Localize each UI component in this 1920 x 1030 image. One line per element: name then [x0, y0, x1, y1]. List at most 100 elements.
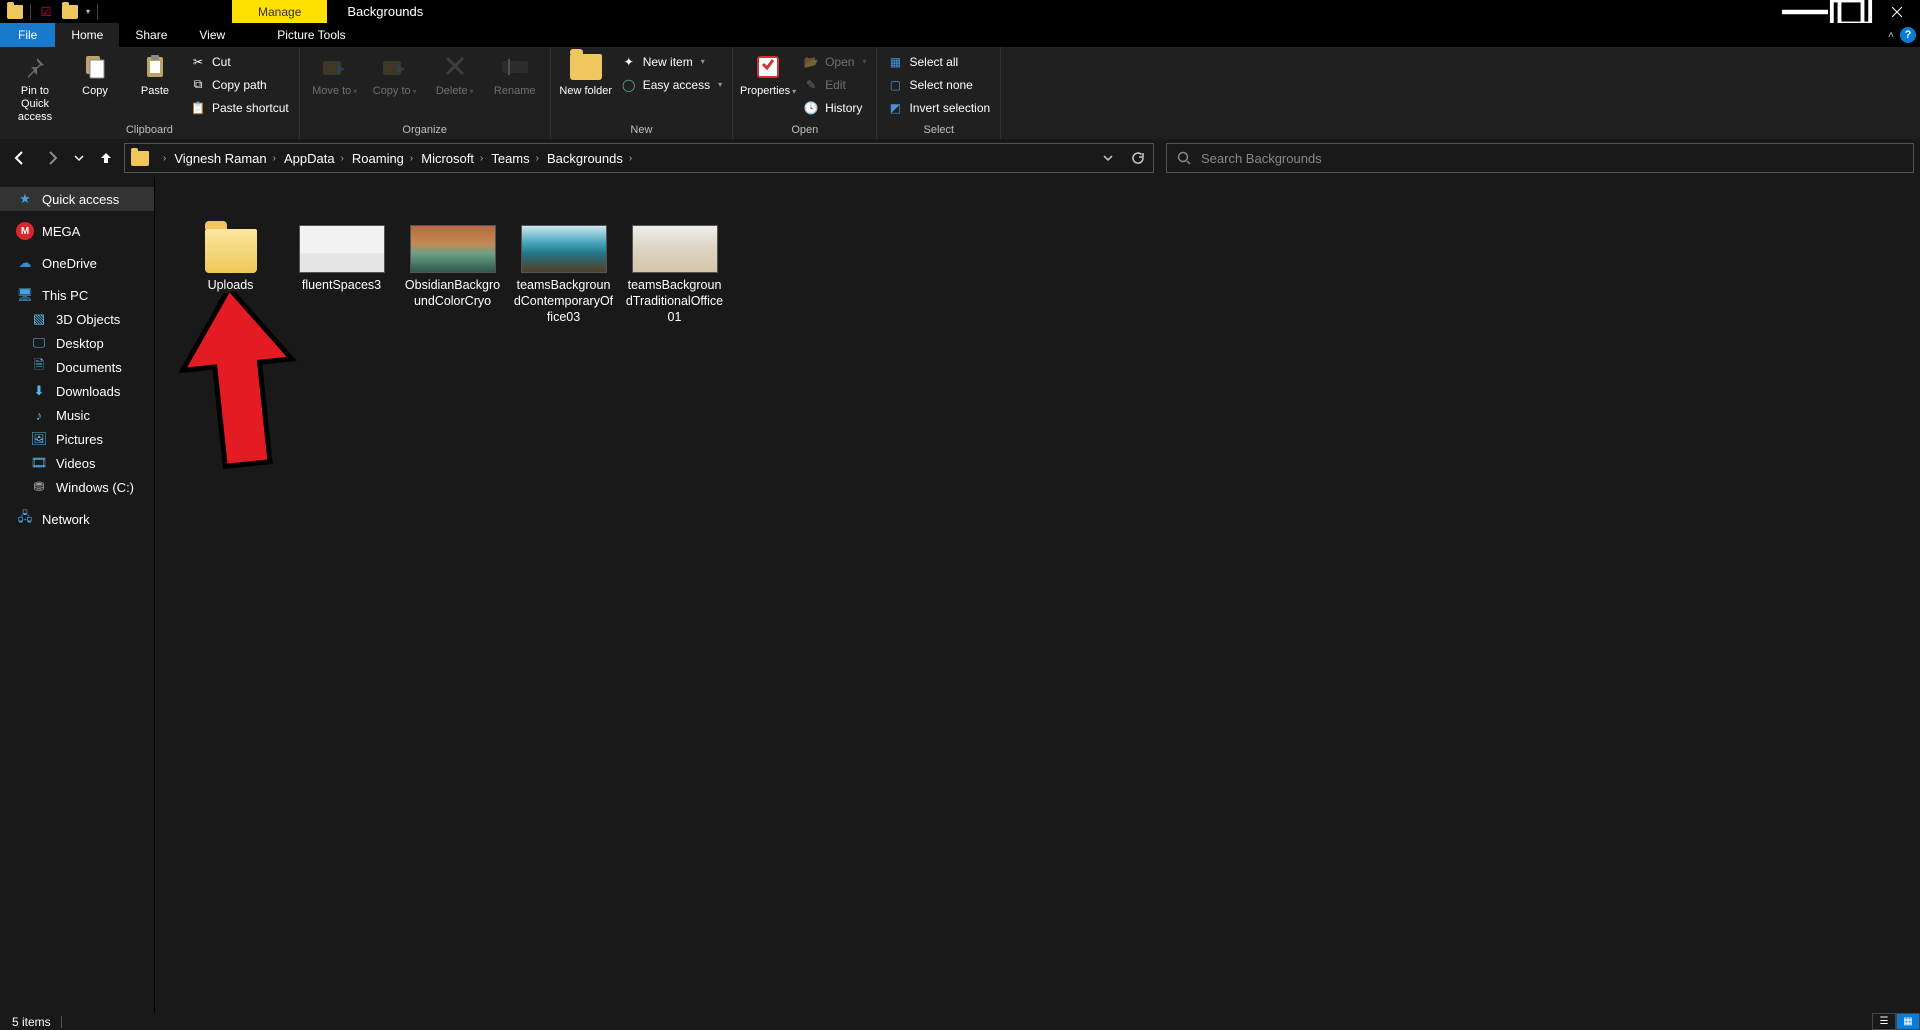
delete-button[interactable]: Delete▾	[426, 49, 484, 98]
paste-shortcut-button[interactable]: 📋Paste shortcut	[186, 97, 293, 118]
address-bar[interactable]: › Vignesh Raman› AppData› Roaming› Micro…	[124, 143, 1154, 173]
sidebar-item-3d-objects[interactable]: ▧3D Objects	[0, 307, 154, 331]
close-button[interactable]	[1874, 0, 1920, 23]
copy-path-button[interactable]: ⧉Copy path	[186, 74, 293, 95]
sidebar-item-videos[interactable]: 🎞Videos	[0, 451, 154, 475]
easy-access-icon: ◯	[621, 77, 637, 93]
desktop-icon: 🖵	[30, 334, 48, 352]
properties-button[interactable]: Properties▾	[739, 49, 797, 98]
minimize-button[interactable]	[1782, 0, 1828, 23]
tab-picture-tools[interactable]: Picture Tools	[261, 23, 361, 47]
tab-file[interactable]: File	[0, 23, 55, 47]
search-input[interactable]: Search Backgrounds	[1166, 143, 1914, 173]
select-all-button[interactable]: ▦Select all	[883, 51, 994, 72]
sidebar-item-this-pc[interactable]: 🖥This PC	[0, 283, 154, 307]
new-item-button[interactable]: ✦New item▾	[617, 51, 726, 72]
folder-icon	[570, 51, 602, 83]
pin-label: Pin to Quick access	[6, 85, 64, 124]
qat-newfolder-icon[interactable]	[59, 1, 81, 23]
paste-shortcut-label: Paste shortcut	[212, 101, 289, 115]
view-toggle: ☰ ▦	[1872, 1013, 1920, 1030]
image-item-fluentspaces3[interactable]: fluentSpaces3	[286, 195, 397, 325]
label: This PC	[42, 288, 88, 303]
sidebar-item-pictures[interactable]: 🖼Pictures	[0, 427, 154, 451]
sidebar-item-music[interactable]: ♪Music	[0, 403, 154, 427]
downloads-icon: ⬇	[30, 382, 48, 400]
breadcrumb-item[interactable]: Roaming›	[350, 144, 419, 172]
select-none-button[interactable]: ▢Select none	[883, 74, 994, 95]
select-none-icon: ▢	[887, 77, 903, 93]
new-folder-button[interactable]: New folder	[557, 49, 615, 98]
group-label: Open	[739, 124, 870, 138]
sidebar-item-network[interactable]: 🖧Network	[0, 507, 154, 531]
sidebar-item-downloads[interactable]: ⬇Downloads	[0, 379, 154, 403]
item-label: fluentSpaces3	[302, 277, 381, 293]
cut-label: Cut	[212, 55, 231, 69]
paste-button[interactable]: Paste	[126, 49, 184, 98]
music-icon: ♪	[30, 406, 48, 424]
item-label: teamsBackgroundContemporaryOffice03	[514, 277, 614, 325]
forward-button[interactable]	[38, 144, 66, 172]
navigation-pane: ★Quick access MMEGA ☁OneDrive 🖥This PC ▧…	[0, 177, 155, 1013]
image-item-contemporary-office[interactable]: teamsBackgroundContemporaryOffice03	[508, 195, 619, 325]
edit-button[interactable]: ✎Edit	[799, 74, 870, 95]
thumbnails-view-button[interactable]: ▦	[1896, 1013, 1920, 1030]
invert-selection-button[interactable]: ◩ Invert selection	[883, 97, 994, 118]
tab-home[interactable]: Home	[55, 23, 119, 47]
tab-view[interactable]: View	[183, 23, 241, 47]
copy-button[interactable]: Copy	[66, 49, 124, 98]
sidebar-item-drive-c[interactable]: ⛃Windows (C:)	[0, 475, 154, 499]
image-thumbnail	[632, 225, 718, 273]
breadcrumb-item[interactable]: Microsoft›	[419, 144, 489, 172]
easy-access-button[interactable]: ◯Easy access▾	[617, 74, 726, 95]
recent-locations-button[interactable]	[70, 144, 88, 172]
up-button[interactable]	[92, 144, 120, 172]
sidebar-item-quick-access[interactable]: ★Quick access	[0, 187, 154, 211]
details-view-button[interactable]: ☰	[1872, 1013, 1896, 1030]
image-item-traditional-office[interactable]: teamsBackgroundTraditionalOffice01	[619, 195, 730, 325]
rename-button[interactable]: Rename	[486, 49, 544, 98]
quick-access-toolbar: ☑ ▾	[0, 0, 100, 23]
edit-icon: ✎	[803, 77, 819, 93]
move-to-button[interactable]: Move to▾	[306, 49, 364, 98]
sidebar-item-onedrive[interactable]: ☁OneDrive	[0, 251, 154, 275]
label: 3D Objects	[56, 312, 120, 327]
copy-to-icon	[379, 51, 411, 83]
image-item-obsidian[interactable]: ObsidianBackgroundColorCryo	[397, 195, 508, 325]
navigation-bar: › Vignesh Raman› AppData› Roaming› Micro…	[0, 139, 1920, 177]
paste-label: Paste	[141, 85, 169, 98]
search-placeholder: Search Backgrounds	[1201, 151, 1322, 166]
address-dropdown-button[interactable]	[1093, 144, 1123, 172]
sidebar-item-desktop[interactable]: 🖵Desktop	[0, 331, 154, 355]
back-button[interactable]	[6, 144, 34, 172]
sidebar-item-mega[interactable]: MMEGA	[0, 219, 154, 243]
breadcrumb-sep[interactable]: ›	[155, 144, 172, 172]
qat-properties-icon[interactable]: ☑	[35, 1, 57, 23]
copy-to-button[interactable]: Copy to▾	[366, 49, 424, 98]
invert-icon: ◩	[887, 100, 903, 116]
breadcrumb-item[interactable]: Teams›	[489, 144, 545, 172]
cut-button[interactable]: ✂Cut	[186, 51, 293, 72]
history-icon: 🕓	[803, 100, 819, 116]
tab-share[interactable]: Share	[119, 23, 183, 47]
maximize-button[interactable]	[1828, 0, 1874, 23]
invert-label: Invert selection	[909, 101, 990, 115]
sidebar-item-documents[interactable]: 🗎Documents	[0, 355, 154, 379]
refresh-button[interactable]	[1123, 144, 1153, 172]
breadcrumb-item[interactable]: Backgrounds›	[545, 144, 638, 172]
rename-label: Rename	[494, 85, 536, 98]
breadcrumb-item[interactable]: Vignesh Raman›	[172, 144, 282, 172]
context-tab-manage[interactable]: Manage	[232, 0, 327, 23]
file-list[interactable]: Uploads fluentSpaces3 ObsidianBackground…	[155, 177, 1920, 1013]
collapse-ribbon-icon[interactable]: ˄	[1888, 30, 1894, 41]
history-button[interactable]: 🕓History	[799, 97, 870, 118]
open-icon: 📂	[803, 54, 819, 70]
copy-to-label: Copy to	[373, 85, 411, 97]
ribbon-tabs: File Home Share View Picture Tools ˄ ?	[0, 23, 1920, 47]
open-button[interactable]: 📂Open▾	[799, 51, 870, 72]
breadcrumb-item[interactable]: AppData›	[282, 144, 350, 172]
qat-customize-dropdown[interactable]: ▾	[83, 0, 93, 23]
help-icon[interactable]: ?	[1900, 27, 1916, 43]
app-icon	[4, 1, 26, 23]
pin-to-quick-access-button[interactable]: Pin to Quick access	[6, 49, 64, 124]
